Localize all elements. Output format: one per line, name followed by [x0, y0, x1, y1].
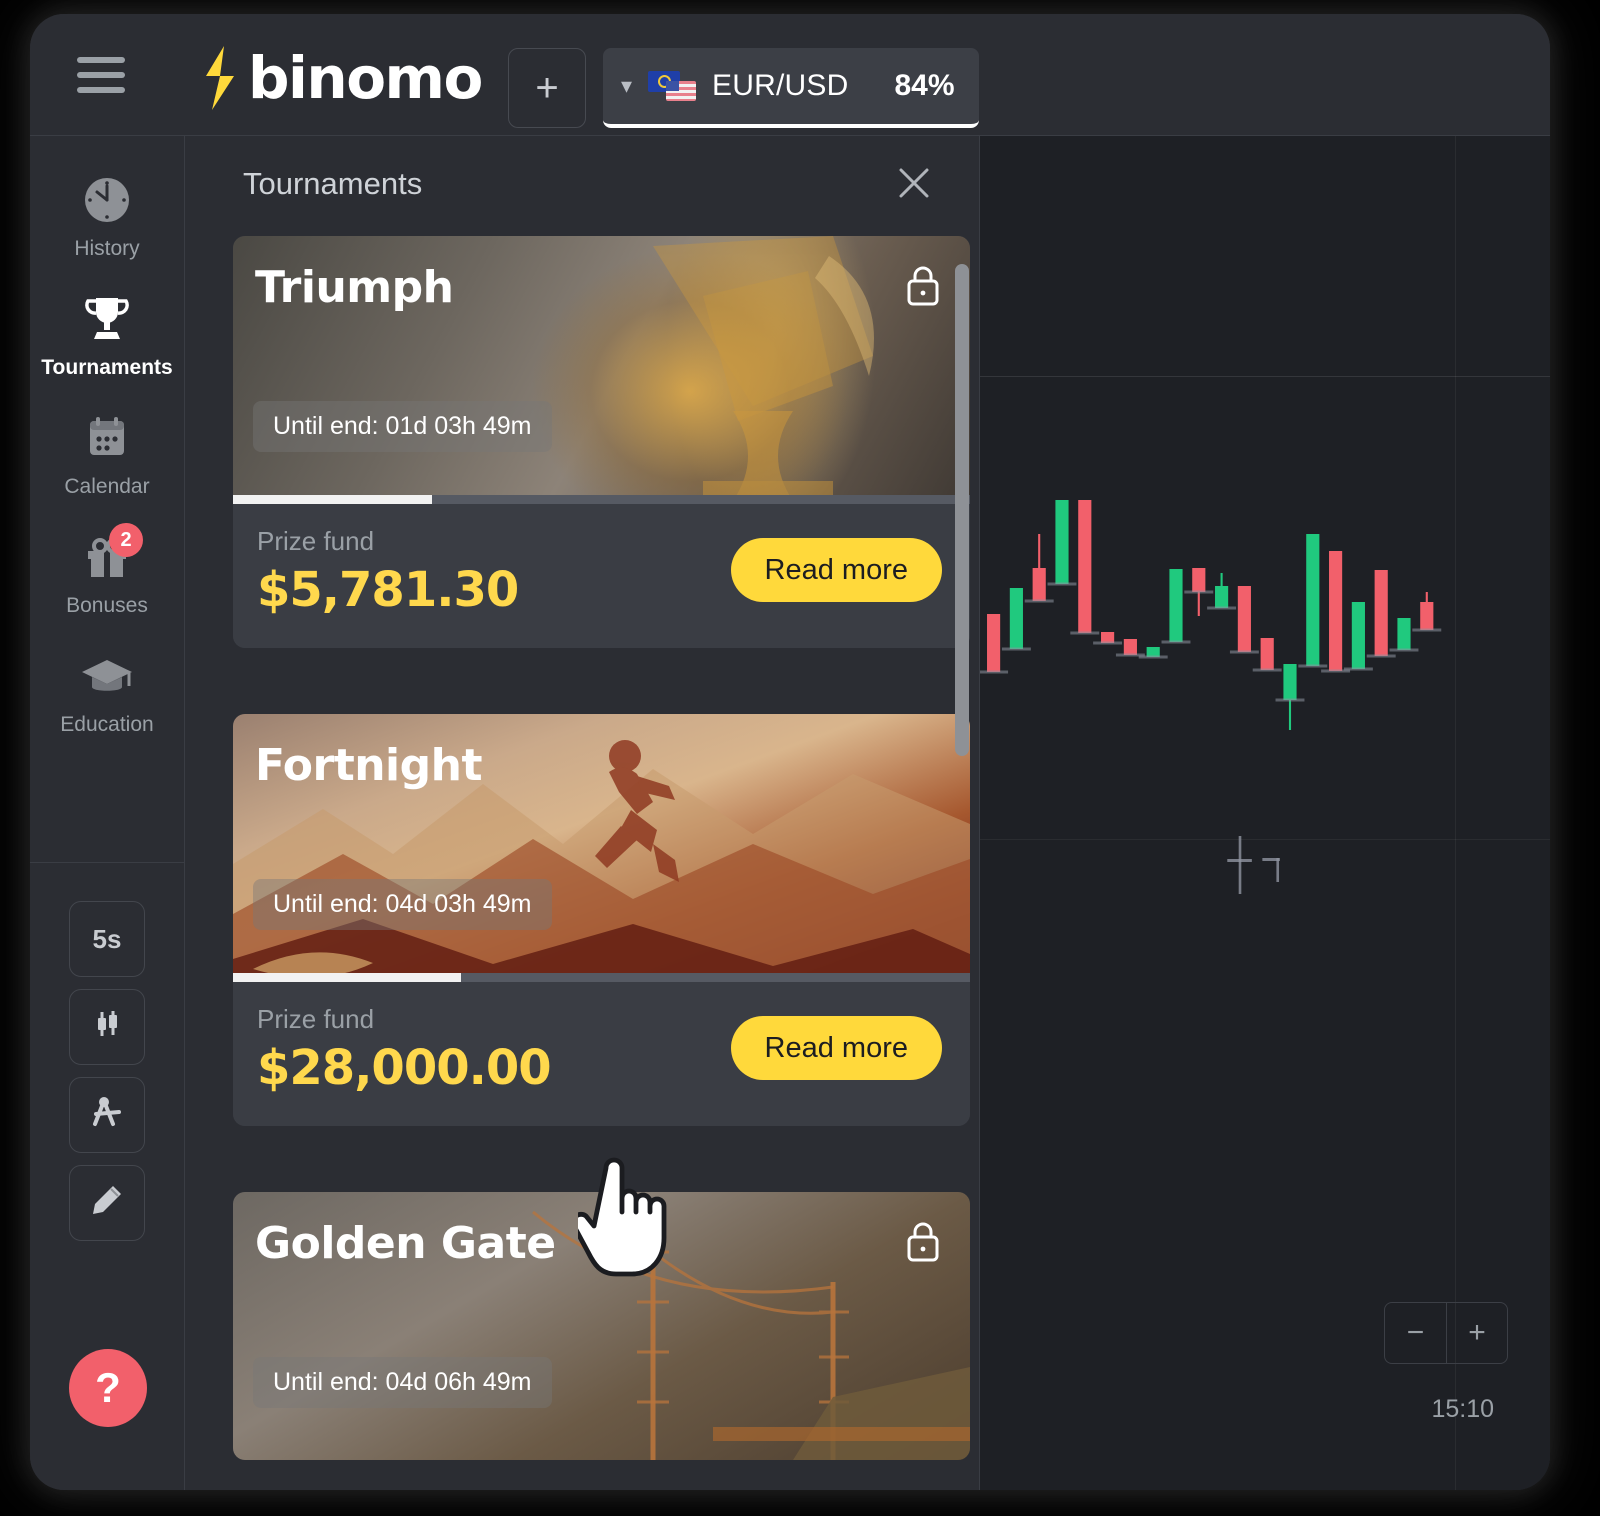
hamburger-icon[interactable]: [77, 57, 125, 93]
sidebar-item-tournaments[interactable]: Tournaments: [30, 275, 184, 394]
zoom-out-button[interactable]: −: [1384, 1302, 1446, 1364]
sidebar-item-education[interactable]: Education: [30, 632, 184, 751]
pencil-icon: [90, 1183, 124, 1224]
page-title: Tournaments: [243, 166, 423, 201]
zoom-in-button[interactable]: +: [1446, 1302, 1508, 1364]
bonus-count-badge: 2: [109, 523, 143, 557]
chart-clock: 15:10: [1431, 1395, 1494, 1423]
hamburger-bar: [77, 72, 125, 78]
candlestick-chart-icon: [90, 1007, 124, 1048]
drawing-tools-button[interactable]: [69, 1077, 145, 1153]
clock-icon: [79, 172, 135, 228]
tournament-countdown: Until end: 04d 06h 49m: [253, 1357, 552, 1408]
tournament-name: Triumph: [255, 262, 454, 313]
panel-scrollbar[interactable]: [955, 264, 969, 1374]
hamburger-bar: [77, 87, 125, 93]
tournament-progress-bar: [233, 973, 970, 982]
card-footer: Prize fund $28,000.00 Read more: [233, 982, 970, 1126]
tournament-countdown: Until end: 01d 03h 49m: [253, 401, 552, 452]
read-more-button[interactable]: Read more: [730, 538, 942, 602]
graduation-cap-icon: [79, 648, 135, 704]
tournament-card[interactable]: Fortnight Until end: 04d 03h 49m Prize f…: [233, 714, 970, 1126]
sidebar-item-calendar[interactable]: Calendar: [30, 394, 184, 513]
hamburger-bar: [77, 57, 125, 63]
card-footer: Prize fund $5,781.30 Read more: [233, 504, 970, 648]
chevron-down-icon[interactable]: ▾: [621, 75, 632, 97]
read-more-button[interactable]: Read more: [730, 1016, 942, 1080]
sidebar-item-label: History: [74, 237, 140, 260]
card-hero: Fortnight Until end: 04d 03h 49m: [233, 714, 970, 982]
progress-fill: [233, 495, 432, 504]
price-chart[interactable]: − + 15:10: [980, 136, 1550, 1490]
trophy-icon: [79, 291, 135, 347]
calendar-icon: [79, 410, 135, 466]
chart-type-button[interactable]: [69, 989, 145, 1065]
sidebar-item-label: Tournaments: [41, 356, 173, 379]
timeframe-button-5s[interactable]: 5s: [69, 901, 145, 977]
drawing-compass-icon: [89, 1094, 125, 1137]
sidebar-tools: 5s: [30, 901, 184, 1241]
lock-icon: [904, 1220, 942, 1269]
help-button[interactable]: ?: [69, 1349, 147, 1427]
lock-icon: [904, 264, 942, 313]
us-flag-icon: [666, 81, 697, 101]
tournament-card[interactable]: Golden Gate Until end: 04d 06h 49m: [233, 1192, 970, 1460]
tournaments-panel: Tournaments Triumph Until end: 01d 03h 4…: [185, 136, 980, 1490]
tournament-name: Golden Gate: [255, 1218, 556, 1269]
progress-fill: [233, 973, 462, 982]
sidebar-item-label: Calendar: [64, 475, 150, 498]
sidebar: History Tournaments Calendar 2 Bonuses E…: [30, 136, 185, 1490]
asset-tab-eurusd[interactable]: ▾ EUR/USD 84%: [603, 48, 979, 128]
app-window: binomo + ▾ EUR/USD 84% History Tournamen…: [30, 14, 1550, 1490]
brand-logo[interactable]: binomo: [198, 44, 483, 112]
tournament-card-list: Triumph Until end: 01d 03h 49m Prize fun…: [185, 236, 979, 1490]
tournament-progress-bar: [233, 495, 970, 504]
panel-header: Tournaments: [185, 136, 979, 236]
sidebar-item-history[interactable]: History: [30, 136, 184, 275]
sidebar-item-label: Bonuses: [66, 594, 148, 617]
draw-button[interactable]: [69, 1165, 145, 1241]
chart-zoom-controls: − +: [1384, 1302, 1508, 1364]
card-hero: Triumph Until end: 01d 03h 49m: [233, 236, 970, 504]
sidebar-item-label: Education: [60, 713, 154, 736]
sidebar-divider: [30, 862, 184, 863]
lightning-bolt-icon: [198, 46, 240, 110]
card-hero: Golden Gate Until end: 04d 06h 49m: [233, 1192, 970, 1460]
tournament-name: Fortnight: [255, 740, 483, 791]
gift-icon: 2: [79, 523, 143, 585]
candlestick-series: [980, 500, 1442, 894]
add-asset-button[interactable]: +: [508, 48, 586, 128]
scrollbar-thumb[interactable]: [955, 264, 969, 756]
brand-name: binomo: [248, 44, 483, 112]
close-icon[interactable]: [891, 160, 937, 206]
top-bar: binomo + ▾ EUR/USD 84%: [30, 14, 1550, 136]
asset-payout-label: 84%: [894, 69, 955, 102]
sidebar-item-bonuses[interactable]: 2 Bonuses: [30, 513, 184, 632]
eur-usd-flag-icon: [648, 71, 697, 101]
tournament-card[interactable]: Triumph Until end: 01d 03h 49m Prize fun…: [233, 236, 970, 648]
asset-pair-label: EUR/USD: [712, 69, 849, 102]
tournament-countdown: Until end: 04d 03h 49m: [253, 879, 552, 930]
